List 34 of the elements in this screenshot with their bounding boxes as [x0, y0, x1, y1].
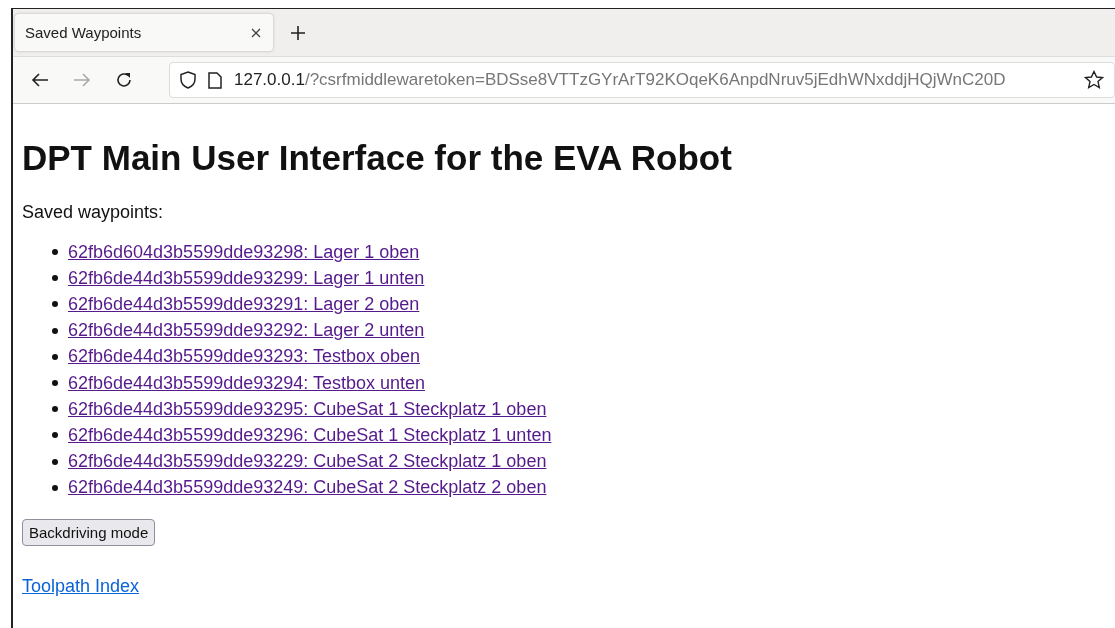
- bullet-icon: [52, 458, 58, 465]
- bullet-icon: [52, 432, 58, 439]
- star-icon[interactable]: [1084, 70, 1104, 90]
- bullet-icon: [52, 484, 58, 491]
- bullet-icon: [52, 380, 58, 387]
- waypoint-link[interactable]: 62fb6de44d3b5599dde93291: Lager 2 oben: [68, 293, 420, 315]
- bullet-icon: [52, 301, 58, 308]
- address-bar[interactable]: 127.0.0.1/?csrfmiddlewaretoken=BDSse8VTTzGYrArT92KOqeK6AnpdNruv5jEdhWNxddjHQjWnC20D: [169, 62, 1115, 98]
- waypoint-link[interactable]: 62fb6de44d3b5599dde93296: CubeSat 1 Steckplatz 1 unten: [68, 424, 552, 446]
- waypoint-link[interactable]: 62fb6de44d3b5599dde93229: CubeSat 2 Steckplatz 1 oben: [68, 451, 547, 473]
- waypoint-link[interactable]: 62fb6de44d3b5599dde93295: CubeSat 1 Steckplatz 1 oben: [68, 398, 547, 420]
- bullet-icon: [52, 327, 58, 334]
- url-text: 127.0.0.1/?csrfmiddlewaretoken=BDSse8VTTzGYrArT92KOqeK6AnpdNruv5jEdhWNxddjHQjWnC20D: [234, 70, 1007, 90]
- back-icon[interactable]: [31, 73, 49, 87]
- toolpath-index-link[interactable]: Toolpath Index: [22, 575, 140, 596]
- waypoint-link[interactable]: 62fb6de44d3b5599dde93294: Testbox unten: [68, 372, 425, 394]
- bullet-icon: [52, 353, 58, 360]
- waypoint-link[interactable]: 62fb6d604d3b5599dde93298: Lager 1 oben: [68, 241, 420, 263]
- browser-tab[interactable]: Saved Waypoints: [15, 14, 273, 51]
- waypoint-link[interactable]: 62fb6de44d3b5599dde93293: Testbox oben: [68, 346, 420, 368]
- bullet-icon: [52, 275, 58, 282]
- backdriving-mode-button[interactable]: Backdriving mode: [22, 518, 156, 546]
- waypoint-link[interactable]: 62fb6de44d3b5599dde93292: Lager 2 unten: [68, 320, 425, 342]
- bullet-icon: [52, 406, 58, 413]
- shield-icon: [180, 71, 196, 89]
- waypoint-link[interactable]: 62fb6de44d3b5599dde93299: Lager 1 unten: [68, 267, 425, 289]
- page-icon: [208, 71, 222, 89]
- waypoint-link[interactable]: 62fb6de44d3b5599dde93249: CubeSat 2 Steckplatz 2 oben: [68, 477, 547, 499]
- new-tab-icon[interactable]: [291, 25, 305, 40]
- page-heading: DPT Main User Interface for the EVA Robot: [22, 138, 732, 178]
- bullet-icon: [52, 249, 58, 256]
- close-icon[interactable]: [251, 27, 261, 38]
- intro-text: Saved waypoints:: [22, 202, 164, 223]
- reload-icon[interactable]: [115, 71, 133, 89]
